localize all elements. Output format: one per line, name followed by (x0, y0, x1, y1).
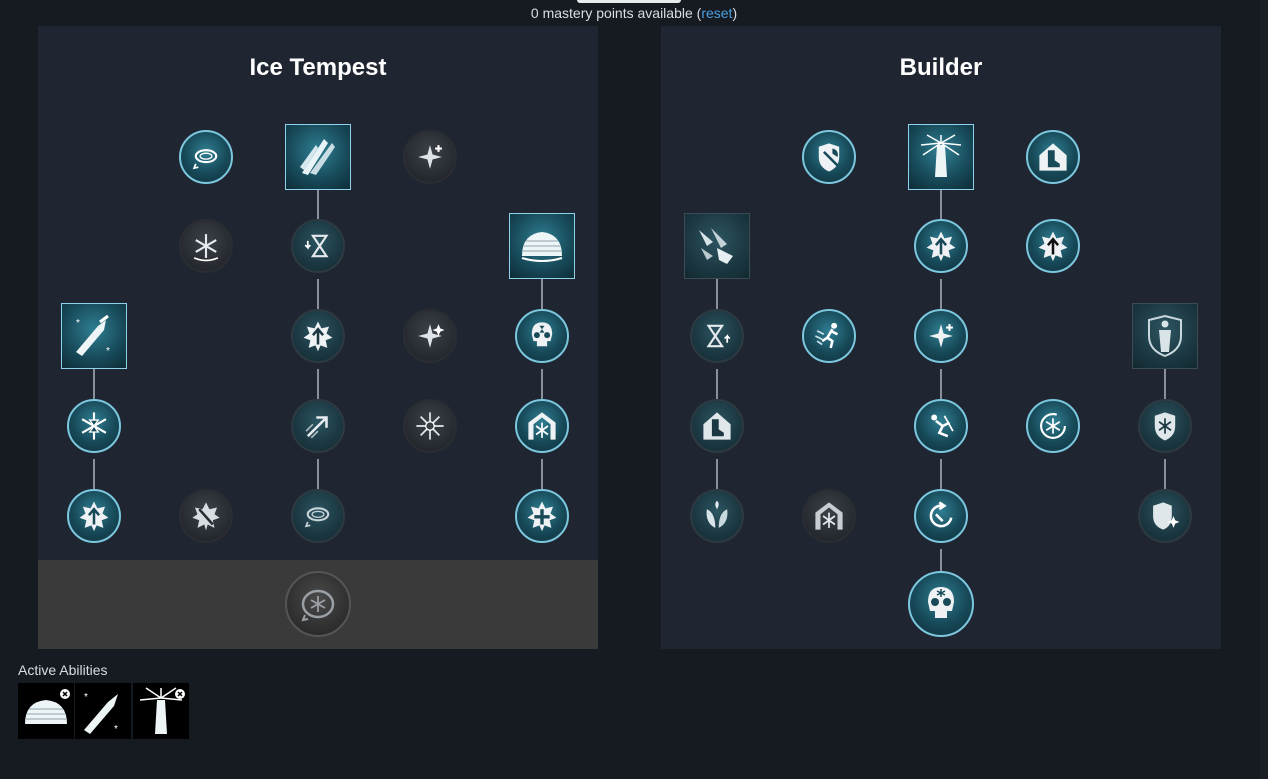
tree-connector (541, 278, 543, 309)
falling-debris-icon[interactable] (684, 213, 750, 279)
active-abilities-label: Active Abilities (18, 662, 108, 678)
sliding-figure-icon[interactable] (914, 399, 968, 453)
snowflake-icon[interactable] (179, 219, 233, 273)
tree-title: Builder (899, 54, 983, 81)
tree-connector (93, 459, 95, 489)
orbit-ring-icon[interactable] (179, 130, 233, 184)
tree-connector (317, 189, 319, 219)
svg-text:*: * (76, 318, 80, 329)
burst-up-arrow-icon[interactable] (67, 489, 121, 543)
burst-up-arrow-icon[interactable] (914, 219, 968, 273)
tree-connector (940, 549, 942, 571)
ice-tempest-tree: Ice Tempest * * (38, 26, 598, 649)
frozen-figure-shield-icon[interactable] (1132, 303, 1198, 369)
burst-up-arrow-icon[interactable] (1026, 219, 1080, 273)
tree-connector (1164, 368, 1166, 399)
tree-connector (940, 189, 942, 219)
burst-up-arrow-icon[interactable] (291, 309, 345, 363)
ability-slot-1[interactable] (18, 683, 74, 739)
arrow-up-right-icon[interactable] (291, 399, 345, 453)
light-pillar-icon[interactable] (908, 124, 974, 190)
sparkle-plus-icon[interactable] (403, 130, 457, 184)
mastery-header: 0 mastery points available (reset) (0, 0, 1268, 22)
tree-connector (716, 278, 718, 309)
tree-connector (940, 369, 942, 399)
shield-axe-icon[interactable] (802, 130, 856, 184)
shield-sparkle-icon[interactable] (1138, 489, 1192, 543)
frost-star-icon[interactable] (403, 399, 457, 453)
ice-shards-icon[interactable] (285, 124, 351, 190)
snowflake-shelter-icon[interactable] (515, 399, 569, 453)
orbit-down-icon[interactable] (291, 489, 345, 543)
skull-hourglass-icon[interactable] (515, 309, 569, 363)
tree-connector (716, 459, 718, 489)
skull-snowflake-icon[interactable] (908, 571, 974, 637)
ice-dome-icon[interactable] (509, 213, 575, 279)
svg-text:*: * (114, 724, 118, 735)
running-figure-icon[interactable] (802, 309, 856, 363)
orbit-snowflake-icon[interactable] (285, 571, 351, 637)
tree-connector (940, 459, 942, 489)
cycle-arrow-icon[interactable] (914, 489, 968, 543)
snowflake-slash-icon[interactable] (179, 489, 233, 543)
tree-connector (317, 459, 319, 489)
tree-connector (317, 369, 319, 399)
header-tab[interactable] (577, 0, 681, 3)
tree-connector (93, 368, 95, 399)
hourglass-down-icon[interactable] (291, 219, 345, 273)
snowflake-hourglass-icon[interactable] (67, 399, 121, 453)
tree-connector (317, 279, 319, 309)
tree-connector (1164, 459, 1166, 489)
ice-gauntlet-icon: ** (84, 692, 118, 735)
page-scrollbar[interactable] (1260, 0, 1268, 779)
boot-house-icon[interactable] (1026, 130, 1080, 184)
hourglass-up-icon[interactable] (690, 309, 744, 363)
ice-gauntlet-icon[interactable]: * * (61, 303, 127, 369)
burst-cross-icon[interactable] (515, 489, 569, 543)
ice-dome-icon (25, 689, 70, 724)
double-sparkle-icon[interactable] (403, 309, 457, 363)
svg-text:*: * (84, 692, 88, 703)
mastery-points-status: 0 mastery points available (reset) (0, 5, 1268, 21)
tree-connector (541, 459, 543, 489)
boot-house-icon[interactable] (690, 399, 744, 453)
tree-connector (940, 279, 942, 309)
tree-connector (716, 369, 718, 399)
reset-link[interactable]: reset (701, 5, 732, 21)
ability-slot-3[interactable] (133, 683, 189, 739)
snowflake-shelter-icon[interactable] (802, 489, 856, 543)
leaves-icon[interactable] (690, 489, 744, 543)
snowflake-cycle-icon[interactable] (1026, 399, 1080, 453)
svg-text:*: * (106, 346, 110, 357)
mastery-points-close: ) (732, 5, 738, 21)
ability-slot-2[interactable]: * * (75, 683, 131, 739)
snowflake-shield-icon[interactable] (1138, 399, 1192, 453)
mastery-points-text: 0 mastery points available ( (530, 5, 702, 21)
tree-title: Ice Tempest (249, 54, 387, 81)
builder-tree: Builder (661, 26, 1221, 649)
light-pillar-icon (139, 687, 185, 734)
sparkle-plus-icon[interactable] (914, 309, 968, 363)
tree-connector (541, 369, 543, 399)
